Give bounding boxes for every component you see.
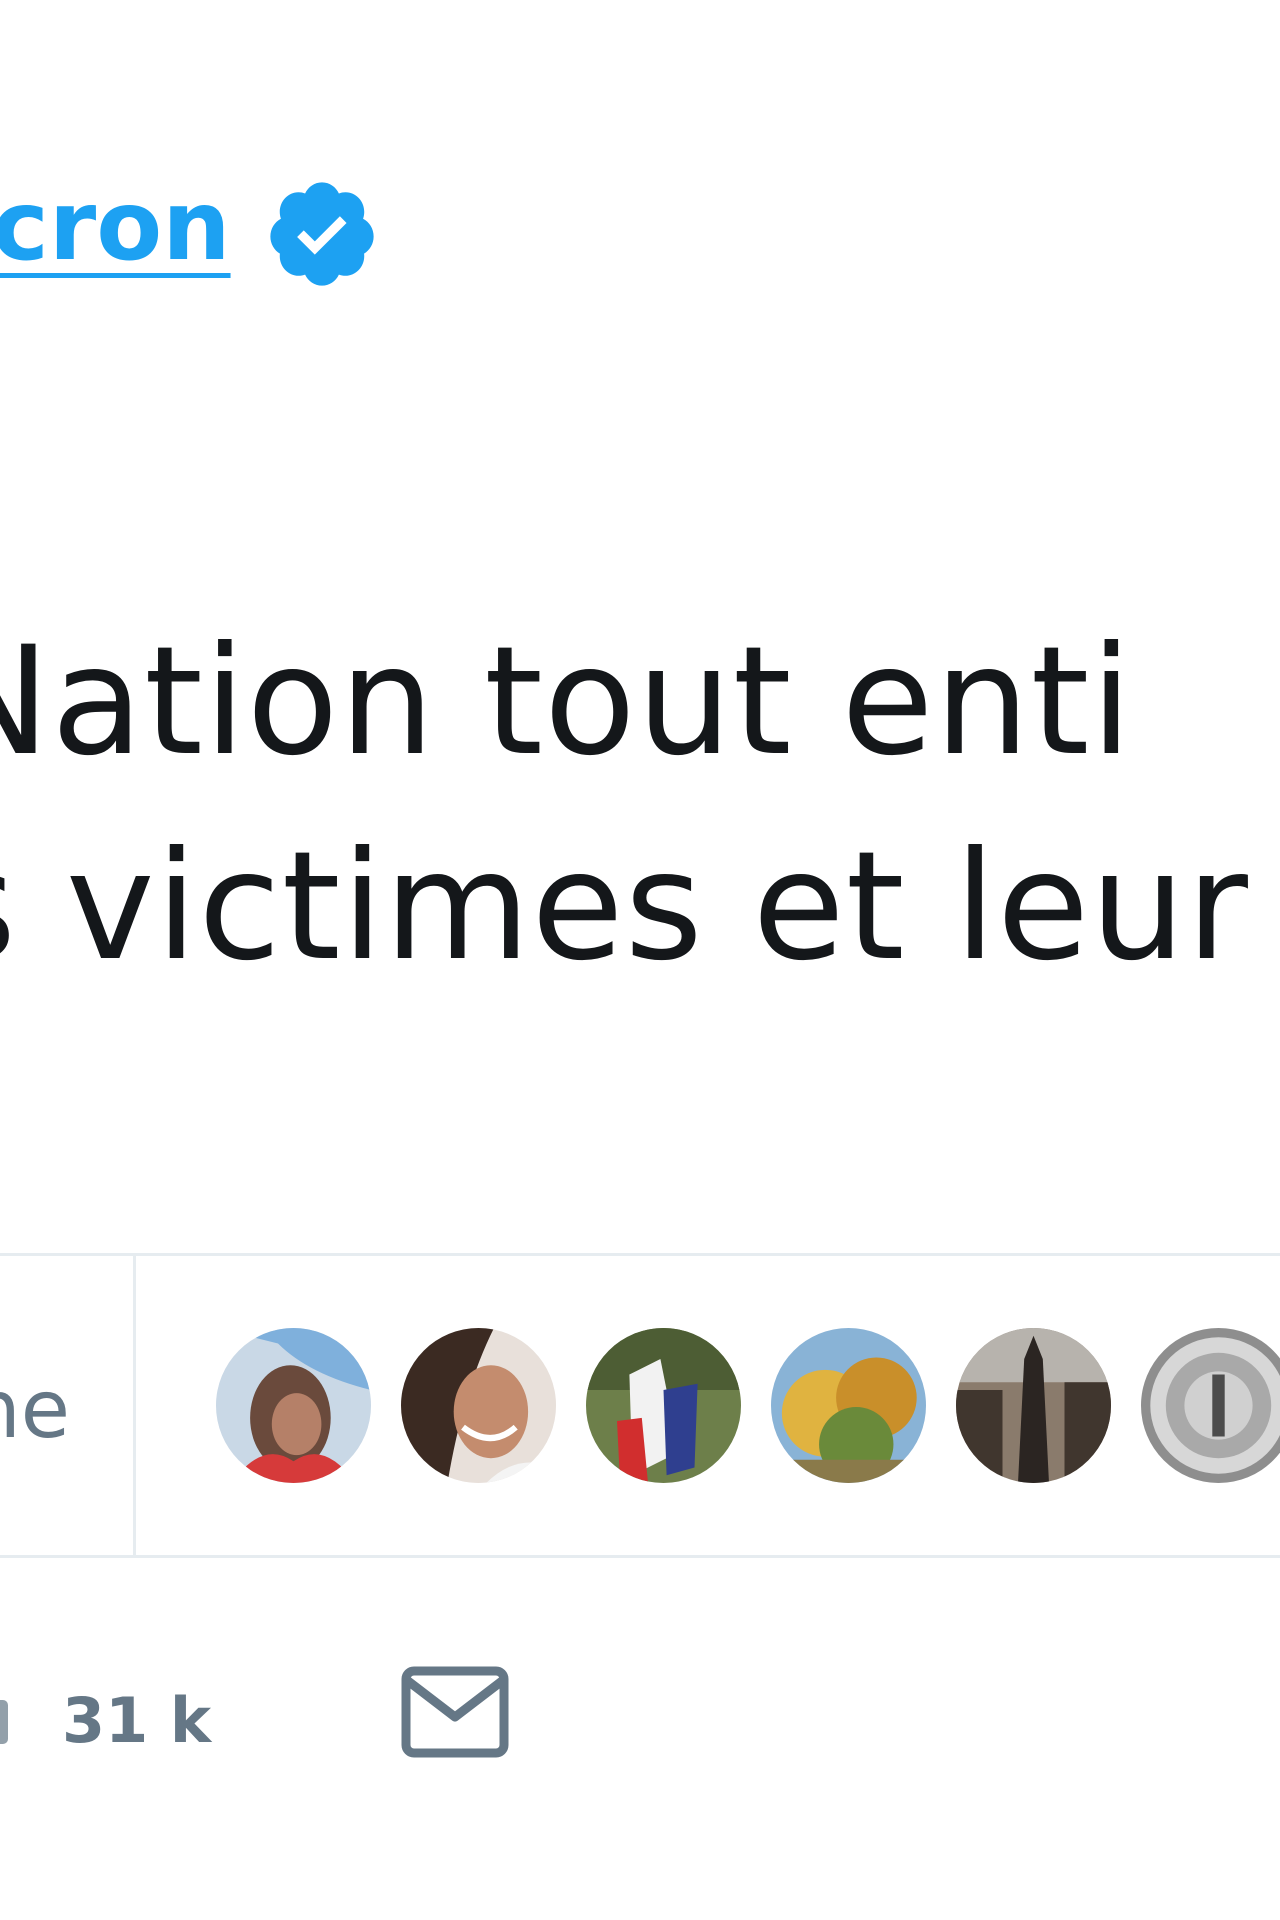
liker-avatar-1[interactable] [216, 1328, 371, 1483]
retweet-count: 31 k [62, 1684, 212, 1757]
liker-avatar-6[interactable] [1141, 1328, 1280, 1483]
envelope-icon[interactable] [400, 1665, 510, 1760]
liker-avatar-3[interactable] [586, 1328, 741, 1483]
tweet-card: cron n Nation tout enti s victimes et le… [0, 0, 1280, 1920]
likes-label[interactable]: ne [0, 1370, 70, 1450]
author-handle: n [0, 368, 4, 438]
stats-divider-bottom [0, 1555, 1280, 1558]
liker-avatar-2[interactable] [401, 1328, 556, 1483]
liker-avatars [216, 1328, 1280, 1486]
retweet-icon[interactable] [0, 1700, 8, 1744]
tweet-text: Nation tout enti s victimes et leur [0, 600, 1249, 1010]
liker-avatar-5[interactable] [956, 1328, 1111, 1483]
stats-divider-top [0, 1253, 1280, 1256]
verified-badge-icon [270, 182, 374, 286]
stats-divider-vertical [133, 1255, 136, 1555]
author-display-name-link[interactable]: cron [0, 178, 231, 274]
tweet-text-line-1: Nation tout enti [0, 615, 1134, 789]
liker-avatar-4[interactable] [771, 1328, 926, 1483]
tweet-text-line-2: s victimes et leur [0, 820, 1249, 994]
